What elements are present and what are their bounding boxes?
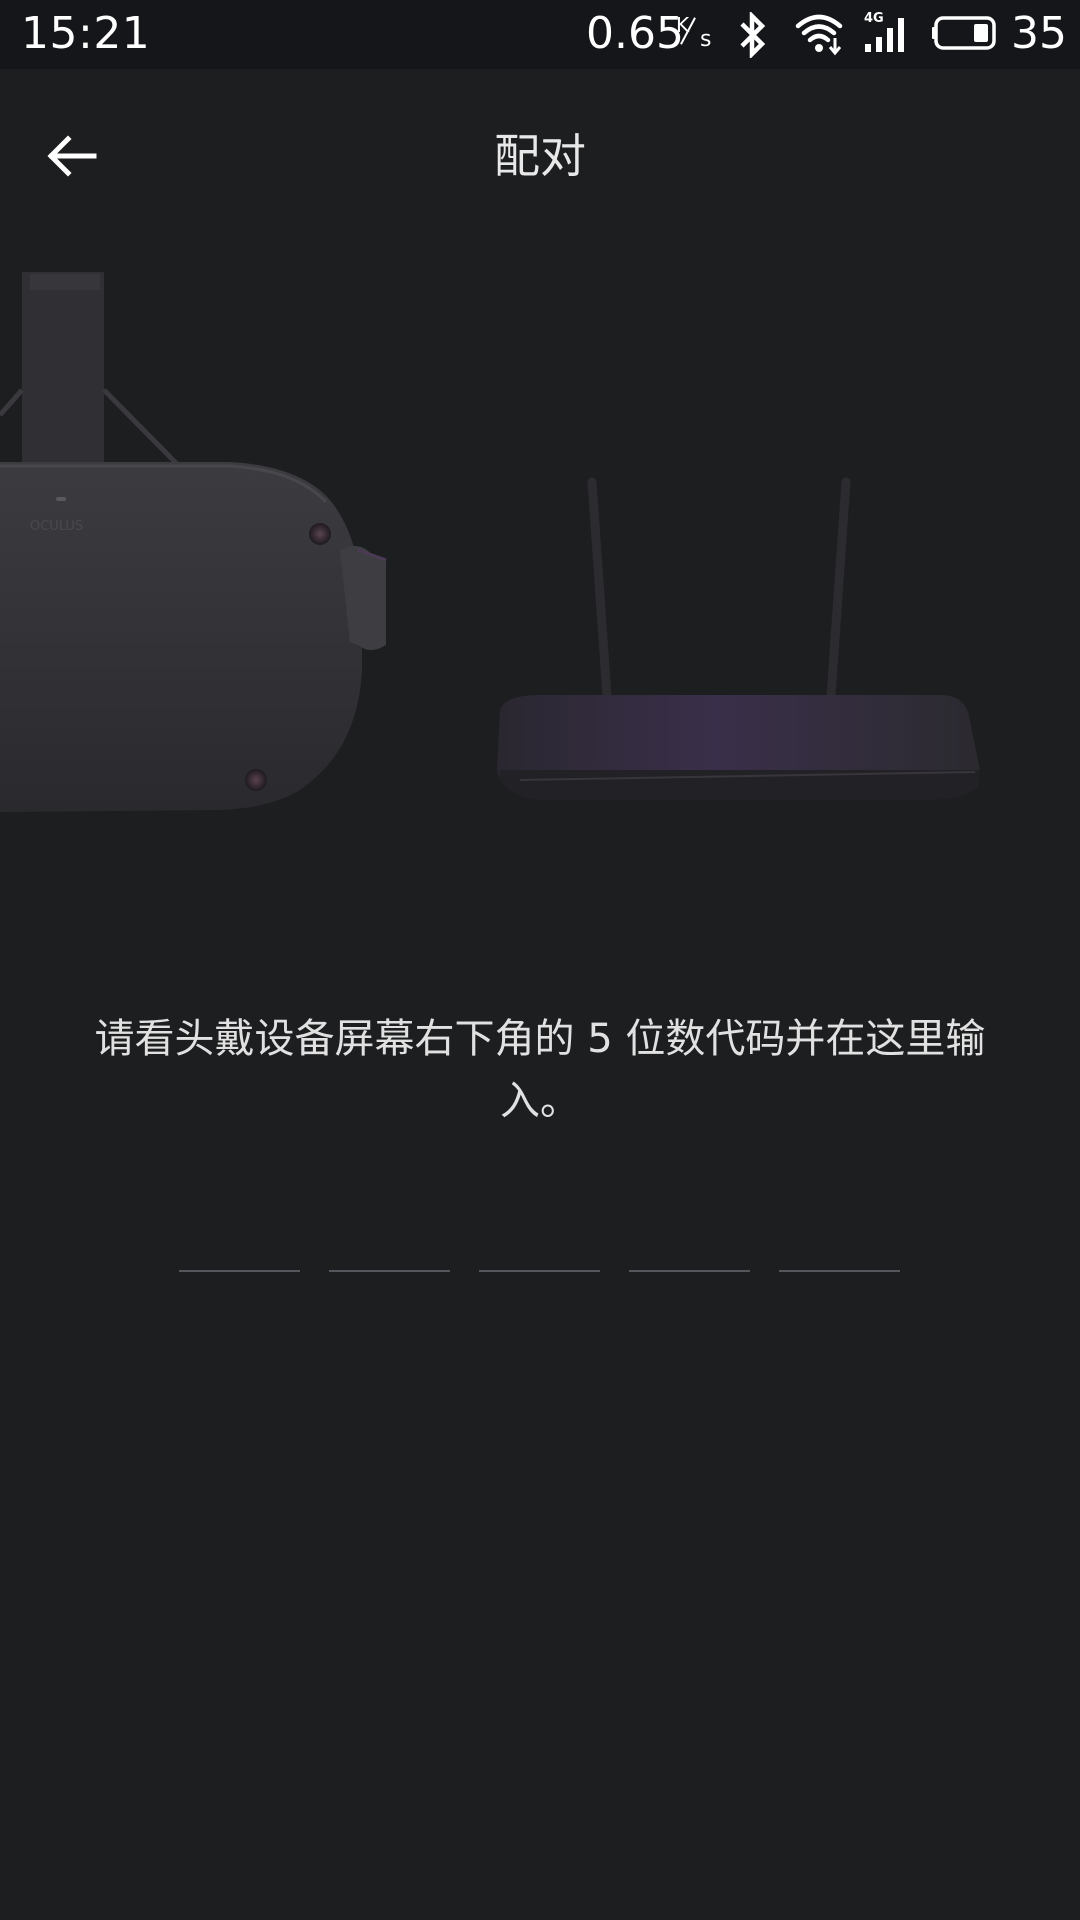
pairing-code-inputs [179, 1210, 901, 1272]
bluetooth-icon [740, 12, 766, 58]
headset-logo-text: OCULUS [30, 519, 83, 534]
pairing-instruction: 请看头戴设备屏幕右下角的 5 位数代码并在这里输入。 [94, 1016, 986, 1124]
code-digit-4[interactable] [629, 1210, 750, 1272]
code-digit-1[interactable] [179, 1210, 300, 1272]
code-digit-3[interactable] [479, 1210, 600, 1272]
status-bar: 15:21 0.65 K s 4G 35 [0, 0, 1080, 69]
page-title: 配对 [494, 129, 586, 183]
battery-percentage: 35 [1011, 8, 1067, 59]
speed-unit-seconds: s [700, 27, 712, 52]
network-speed-value: 0.65 [586, 8, 684, 59]
network-speed-unit: K s [676, 14, 726, 54]
pairing-illustration: OCULUS [0, 250, 1080, 830]
status-time: 15:21 [21, 8, 151, 59]
cellular-signal-icon: 4G [862, 12, 912, 58]
code-digit-2[interactable] [329, 1210, 450, 1272]
wifi-icon [795, 14, 843, 56]
battery-icon [932, 16, 996, 50]
code-digit-5[interactable] [779, 1210, 900, 1272]
headset-router-image: OCULUS [0, 272, 980, 812]
